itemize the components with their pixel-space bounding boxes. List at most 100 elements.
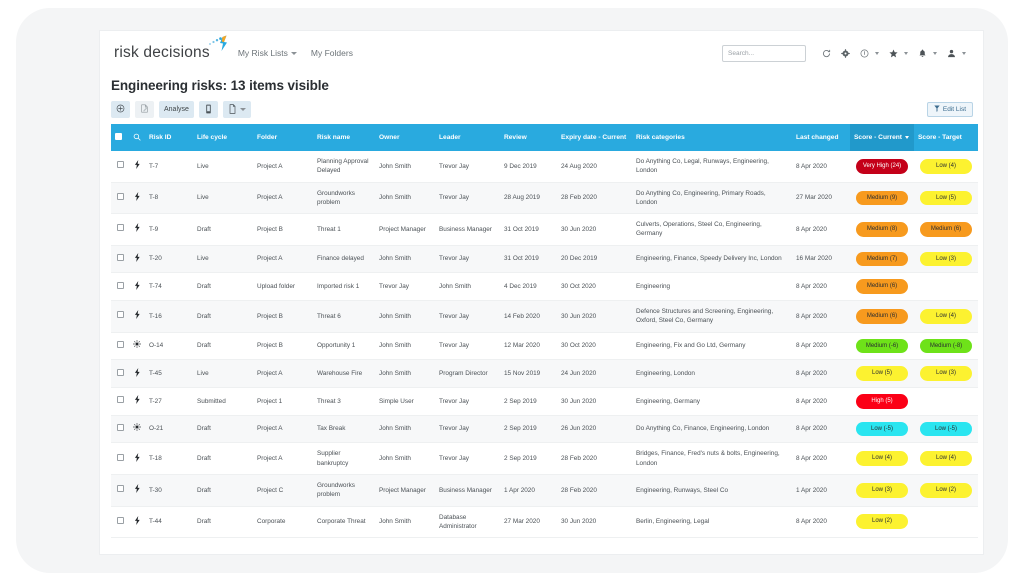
cell-risk-name[interactable]: Supplier bankruptcy <box>313 442 375 475</box>
row-checkbox[interactable] <box>116 340 124 348</box>
cell-risk-name[interactable]: Threat 6 <box>313 300 375 333</box>
header-score-target[interactable]: Score - Target <box>914 124 978 151</box>
cell-risk-name[interactable]: Groundworks problem <box>313 182 375 215</box>
header-risk-name[interactable]: Risk name <box>313 124 375 151</box>
row-checkbox[interactable] <box>116 161 124 169</box>
table-row[interactable]: T-9 Draft Project B Threat 1 Project Manager… <box>111 213 978 246</box>
row-select-cell[interactable] <box>111 474 129 507</box>
row-checkbox[interactable] <box>116 192 124 200</box>
table-row[interactable]: T-30 Draft Project C Groundworks problem Pro… <box>111 474 978 507</box>
row-select-cell[interactable] <box>111 359 129 388</box>
cell-risk-id[interactable]: T-74 <box>145 272 193 302</box>
header-leader[interactable]: Leader <box>435 124 500 151</box>
search-input[interactable]: Search... <box>722 44 806 62</box>
refresh-icon[interactable] <box>818 45 834 61</box>
table-row[interactable]: T-7 Live Project A Planning Approval Delaye… <box>111 151 978 183</box>
row-select-cell[interactable] <box>111 442 129 475</box>
star-chevron-down-icon[interactable] <box>904 51 908 55</box>
table-row[interactable]: T-16 Draft Project B Threat 6 John Smith Trev… <box>111 300 978 333</box>
add-button[interactable] <box>111 101 130 118</box>
cell-risk-name[interactable]: Warehouse Fire <box>313 359 375 388</box>
nav-my-folders[interactable]: My Folders <box>311 48 353 58</box>
cell-risk-name[interactable]: Threat 3 <box>313 387 375 416</box>
cell-risk-name[interactable]: Groundworks problem <box>313 474 375 507</box>
table-row[interactable]: T-18 Draft Project A Supplier bankruptcy Joh… <box>111 442 978 475</box>
user-icon[interactable] <box>943 45 959 61</box>
bell-icon[interactable] <box>914 45 930 61</box>
cell-risk-name[interactable]: Planning Approval Delayed <box>313 151 375 183</box>
row-checkbox[interactable] <box>116 423 124 431</box>
cell-risk-id[interactable]: T-20 <box>145 245 193 274</box>
export-button[interactable] <box>222 101 251 118</box>
star-icon[interactable] <box>885 45 901 61</box>
row-checkbox[interactable] <box>116 253 124 261</box>
row-select-cell[interactable] <box>111 272 129 302</box>
table-row[interactable]: T-27 Submitted Project 1 Threat 3 Simple Use… <box>111 387 978 416</box>
row-select-cell[interactable] <box>111 245 129 274</box>
header-risk-id[interactable]: Risk ID <box>145 124 193 151</box>
row-select-cell[interactable] <box>111 332 129 361</box>
row-checkbox[interactable] <box>116 453 124 461</box>
header-review[interactable]: Review <box>500 124 557 151</box>
help-icon[interactable] <box>856 45 872 61</box>
cell-risk-id[interactable]: T-27 <box>145 387 193 416</box>
cell-risk-id[interactable]: T-30 <box>145 474 193 507</box>
header-folder[interactable]: Folder <box>253 124 313 151</box>
search-icon[interactable] <box>133 133 141 143</box>
cell-risk-id[interactable]: T-7 <box>145 151 193 183</box>
row-checkbox[interactable] <box>116 516 124 524</box>
cell-risk-id[interactable]: T-8 <box>145 182 193 215</box>
header-select-all[interactable] <box>111 124 129 151</box>
row-checkbox[interactable] <box>116 485 124 493</box>
cell-risk-id[interactable]: T-9 <box>145 213 193 246</box>
table-row[interactable]: T-74 Draft Upload folder Imported risk 1 Tre… <box>111 272 978 302</box>
row-select-cell[interactable] <box>111 213 129 246</box>
help-chevron-down-icon[interactable] <box>875 51 879 55</box>
brand-logo[interactable]: risk decisions <box>114 35 227 61</box>
table-row[interactable]: T-8 Live Project A Groundworks problem John … <box>111 182 978 215</box>
row-checkbox[interactable] <box>116 311 124 319</box>
cell-risk-name[interactable]: Finance delayed <box>313 245 375 274</box>
cell-risk-id[interactable]: T-45 <box>145 359 193 388</box>
cell-risk-id[interactable]: O-14 <box>145 332 193 361</box>
cell-risk-name[interactable]: Imported risk 1 <box>313 272 375 302</box>
cell-risk-name[interactable]: Tax Break <box>313 415 375 444</box>
cell-risk-id[interactable]: T-16 <box>145 300 193 333</box>
header-risk-categories[interactable]: Risk categories <box>632 124 792 151</box>
row-checkbox[interactable] <box>116 224 124 232</box>
header-expiry-date[interactable]: Expiry date - Current <box>557 124 632 151</box>
row-checkbox[interactable] <box>116 368 124 376</box>
cell-risk-name[interactable]: Corporate Threat <box>313 506 375 539</box>
row-select-cell[interactable] <box>111 506 129 539</box>
header-life-cycle[interactable]: Life cycle <box>193 124 253 151</box>
nav-my-risk-lists[interactable]: My Risk Lists <box>238 48 297 58</box>
select-all-checkbox[interactable] <box>115 133 122 140</box>
table-row[interactable]: T-45 Live Project A Warehouse Fire John Smit… <box>111 359 978 388</box>
cell-risk-id[interactable]: T-18 <box>145 442 193 475</box>
header-owner[interactable]: Owner <box>375 124 435 151</box>
row-select-cell[interactable] <box>111 182 129 215</box>
row-checkbox[interactable] <box>116 396 124 404</box>
analyse-button[interactable]: Analyse <box>159 101 194 118</box>
edit-button[interactable] <box>135 101 154 118</box>
cell-risk-id[interactable]: O-21 <box>145 415 193 444</box>
table-row[interactable]: O-21 Draft Project A Tax Break John Smith Tre… <box>111 415 978 444</box>
edit-list-button[interactable]: Edit List <box>926 102 973 117</box>
row-select-cell[interactable] <box>111 415 129 444</box>
table-row[interactable]: T-20 Live Project A Finance delayed John Smi… <box>111 245 978 274</box>
row-select-cell[interactable] <box>111 151 129 183</box>
bell-chevron-down-icon[interactable] <box>933 51 937 55</box>
header-last-changed[interactable]: Last changed <box>792 124 850 151</box>
cell-risk-name[interactable]: Opportunity 1 <box>313 332 375 361</box>
gear-icon[interactable] <box>837 45 853 61</box>
row-select-cell[interactable] <box>111 387 129 416</box>
cell-risk-id[interactable]: T-44 <box>145 506 193 539</box>
header-score-current[interactable]: Score - Current <box>850 124 914 151</box>
report-button[interactable] <box>198 101 218 118</box>
cell-risk-name[interactable]: Threat 1 <box>313 213 375 246</box>
table-row[interactable]: T-44 Draft Corporate Corporate Threat John S… <box>111 506 978 539</box>
header-search-column[interactable] <box>129 124 145 151</box>
row-select-cell[interactable] <box>111 300 129 333</box>
row-checkbox[interactable] <box>116 281 124 289</box>
user-chevron-down-icon[interactable] <box>962 51 966 55</box>
